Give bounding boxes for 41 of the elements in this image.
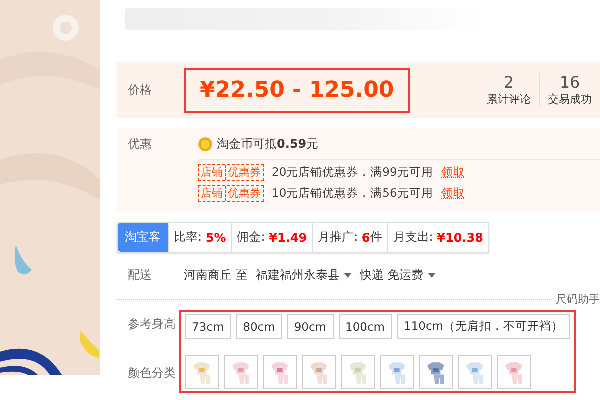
- color-swatch[interactable]: [419, 355, 453, 389]
- size-option[interactable]: 80cm: [236, 314, 282, 339]
- stat-value: 16: [560, 73, 580, 92]
- color-swatch[interactable]: [263, 355, 297, 389]
- coupon-tag: 店铺 优惠券: [198, 164, 264, 181]
- color-swatch[interactable]: [497, 355, 531, 389]
- color-swatch[interactable]: [185, 355, 219, 389]
- coupon-text: 20元店铺优惠券，满99元可用: [272, 165, 434, 180]
- affiliate-stat: 月推广: 6件: [312, 223, 388, 252]
- color-swatch[interactable]: [341, 355, 375, 389]
- coupon-tag: 店铺 优惠券: [198, 185, 264, 202]
- caret-icon: [428, 272, 436, 278]
- coin-icon: [198, 137, 213, 152]
- coin-offer: 淘金币可抵0.59元: [217, 136, 319, 153]
- color-swatch[interactable]: [224, 355, 258, 389]
- promo-label: 优惠: [127, 136, 153, 153]
- delivery-dropdown[interactable]: 快递 免运费: [360, 266, 436, 284]
- stat-value: 2: [504, 73, 514, 92]
- price-label: 价格: [127, 82, 153, 98]
- size-helper-link[interactable]: 尺码助手: [552, 292, 600, 307]
- stat-label: 累计评论: [487, 92, 531, 107]
- destination-dropdown[interactable]: 福建福州永泰县: [256, 266, 352, 284]
- coupon-text: 10元店铺优惠券，满56元可用: [272, 186, 434, 201]
- affiliate-badge: 淘宝客: [118, 223, 168, 252]
- color-swatch[interactable]: [380, 355, 414, 389]
- stat-label: 交易成功: [548, 92, 592, 107]
- affiliate-stat: 月支出: ¥10.38: [387, 223, 488, 252]
- affiliate-stat: 佣金: ¥1.49: [231, 223, 312, 252]
- price-range: ¥22.50 - 125.00: [184, 68, 410, 112]
- color-swatch[interactable]: [302, 355, 336, 389]
- affiliate-stat: 比率: 5%: [168, 223, 232, 252]
- size-label: 参考身高: [127, 316, 177, 333]
- size-option[interactable]: 110cm（无肩扣，不可开裆）: [397, 314, 570, 339]
- shipping-label: 配送: [127, 266, 153, 284]
- color-swatch[interactable]: [458, 355, 492, 389]
- color-label: 颜色分类: [127, 365, 177, 382]
- size-option[interactable]: 73cm: [185, 314, 232, 339]
- caret-icon: [344, 272, 352, 278]
- size-option[interactable]: 90cm: [287, 314, 334, 339]
- ship-from: 河南商丘 至: [184, 266, 248, 284]
- size-option[interactable]: 100cm: [338, 314, 392, 339]
